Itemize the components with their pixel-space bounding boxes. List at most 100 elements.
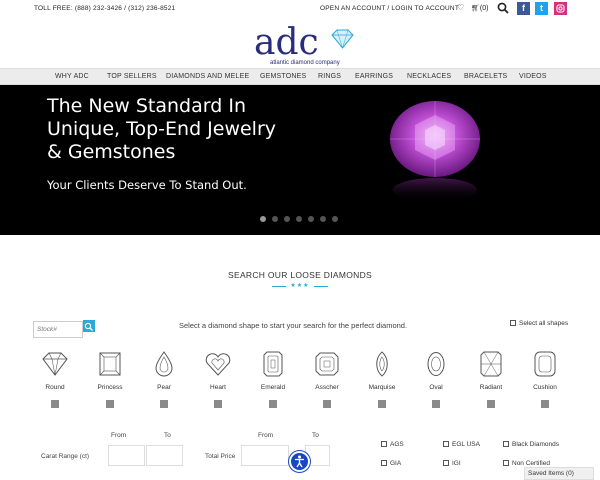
shape-checkbox[interactable] — [487, 400, 495, 408]
shape-princess[interactable] — [85, 351, 135, 377]
price-from-input[interactable] — [241, 445, 289, 466]
cert-ags[interactable]: AGS — [381, 441, 404, 448]
cert-black-diamonds[interactable]: Black Diamonds — [503, 441, 559, 448]
nav-videos[interactable]: VIDEOS — [519, 73, 547, 80]
slide-dot[interactable] — [320, 216, 326, 222]
slide-dot[interactable] — [332, 216, 338, 222]
shape-label: Pear — [157, 384, 171, 391]
nav-why-adc[interactable]: WHY ADC — [55, 73, 89, 80]
slide-dot[interactable] — [308, 216, 314, 222]
twitter-icon[interactable]: t — [535, 2, 548, 15]
checkbox[interactable] — [443, 460, 449, 467]
cart-icon: 🛒︎ — [471, 5, 480, 12]
oval-diamond-icon — [427, 352, 445, 376]
shape-label: Round — [45, 384, 65, 391]
cert-non-certified[interactable]: Non Certified — [503, 460, 550, 467]
nav-earrings[interactable]: EARRINGS — [355, 73, 393, 80]
shape-checkbox[interactable] — [541, 400, 549, 408]
cushion-diamond-icon — [534, 351, 556, 377]
select-all-shapes[interactable]: Select all shapes — [510, 320, 568, 327]
cart-link[interactable]: 🛒︎(0) — [471, 4, 488, 12]
total-price-label: Total Price — [205, 453, 236, 460]
checkbox[interactable] — [381, 441, 387, 448]
shape-label: Cushion — [533, 384, 557, 391]
cart-count: (0) — [479, 5, 489, 12]
shape-checkbox[interactable] — [160, 400, 168, 408]
pear-diamond-icon — [155, 351, 173, 377]
diamond-icon — [331, 29, 354, 49]
accessibility-button[interactable] — [289, 451, 310, 472]
round-diamond-icon — [42, 352, 68, 376]
saved-items-tab[interactable]: Saved Items (0) — [524, 467, 594, 480]
slide-dot[interactable] — [296, 216, 302, 222]
shape-radiant[interactable] — [466, 351, 516, 377]
nav-top-sellers[interactable]: TOP SELLERS — [107, 73, 157, 80]
carat-to-input[interactable] — [146, 445, 183, 466]
shape-checkbox[interactable] — [106, 400, 114, 408]
nav-bracelets[interactable]: BRACELETS — [464, 73, 507, 80]
shape-label: Marquise — [368, 384, 396, 391]
price-to-label: To — [312, 432, 319, 439]
shape-checkbox[interactable] — [269, 400, 277, 408]
emerald-diamond-icon — [263, 351, 283, 377]
checkbox[interactable] — [503, 460, 509, 467]
marquise-diamond-icon — [376, 351, 388, 377]
adc-logo[interactable]: adc atlantic diamond company — [250, 20, 360, 68]
shape-emerald[interactable] — [248, 351, 298, 377]
shape-label: Heart — [210, 384, 226, 391]
nav-gemstones[interactable]: GEMSTONES — [260, 73, 306, 80]
stock-number-input[interactable] — [33, 321, 83, 338]
cert-label: Black Diamonds — [512, 441, 559, 448]
checkbox[interactable] — [443, 441, 449, 448]
shape-oval[interactable] — [411, 351, 461, 377]
hero-banner[interactable]: The New Standard In Unique, Top-End Jewe… — [0, 85, 600, 235]
stars-divider: ★★★ — [290, 283, 310, 289]
slide-dot[interactable] — [260, 216, 266, 222]
instagram-icon[interactable] — [554, 2, 567, 15]
account-link[interactable]: OPEN AN ACCOUNT / LOGIN TO ACCOUNT — [320, 5, 459, 12]
shape-heart[interactable] — [193, 351, 243, 377]
top-bar: TOLL FREE: (888) 232-3426 / (312) 236-85… — [0, 0, 600, 20]
slide-dot[interactable] — [272, 216, 278, 222]
hero-title-line: The New Standard In — [47, 95, 246, 117]
toll-free-number: TOLL FREE: (888) 232-3426 / (312) 236-85… — [34, 5, 176, 12]
shape-checkbox[interactable] — [378, 400, 386, 408]
slide-dot[interactable] — [284, 216, 290, 222]
search-section-title: SEARCH OUR LOOSE DIAMONDS — [228, 270, 372, 280]
nav-diamonds-melee[interactable]: DIAMONDS AND MELEE — [166, 73, 249, 80]
checkbox[interactable] — [503, 441, 509, 448]
cert-gia[interactable]: GIA — [381, 460, 401, 467]
shape-checkbox[interactable] — [51, 400, 59, 408]
search-icon — [84, 322, 93, 331]
checkbox[interactable] — [510, 320, 516, 327]
shape-label: Asscher — [315, 384, 339, 391]
cert-label: AGS — [390, 441, 404, 448]
carat-from-input[interactable] — [108, 445, 145, 466]
price-from-label: From — [258, 432, 274, 439]
search-icon[interactable] — [497, 2, 509, 14]
nav-necklaces[interactable]: NECKLACES — [407, 73, 451, 80]
main-nav: WHY ADC TOP SELLERS DIAMONDS AND MELEE G… — [0, 68, 600, 85]
shape-cushion[interactable] — [520, 351, 570, 377]
nav-rings[interactable]: RINGS — [318, 73, 341, 80]
heart-icon[interactable]: ♡ — [457, 3, 464, 12]
accessibility-icon — [295, 455, 304, 468]
shape-marquise[interactable] — [357, 351, 407, 377]
hero-title-line: Unique, Top-End Jewelry — [47, 118, 277, 140]
shape-round[interactable] — [30, 351, 80, 377]
shape-checkbox[interactable] — [323, 400, 331, 408]
carat-from-label: From — [111, 432, 127, 439]
facebook-icon[interactable]: f — [517, 2, 530, 15]
shape-checkbox[interactable] — [214, 400, 222, 408]
cert-label: IGI — [452, 460, 461, 467]
logo-text: adc — [254, 22, 319, 63]
shape-asscher[interactable] — [302, 351, 352, 377]
shape-label: Emerald — [260, 384, 286, 391]
hero-title: The New Standard In Unique, Top-End Jewe… — [47, 95, 307, 164]
cert-igi[interactable]: IGI — [443, 460, 461, 467]
cert-egl-usa[interactable]: EGL USA — [443, 441, 480, 448]
checkbox[interactable] — [381, 460, 387, 467]
shape-checkbox[interactable] — [432, 400, 440, 408]
shape-pear[interactable] — [139, 351, 189, 377]
stock-search-button[interactable] — [83, 320, 95, 332]
